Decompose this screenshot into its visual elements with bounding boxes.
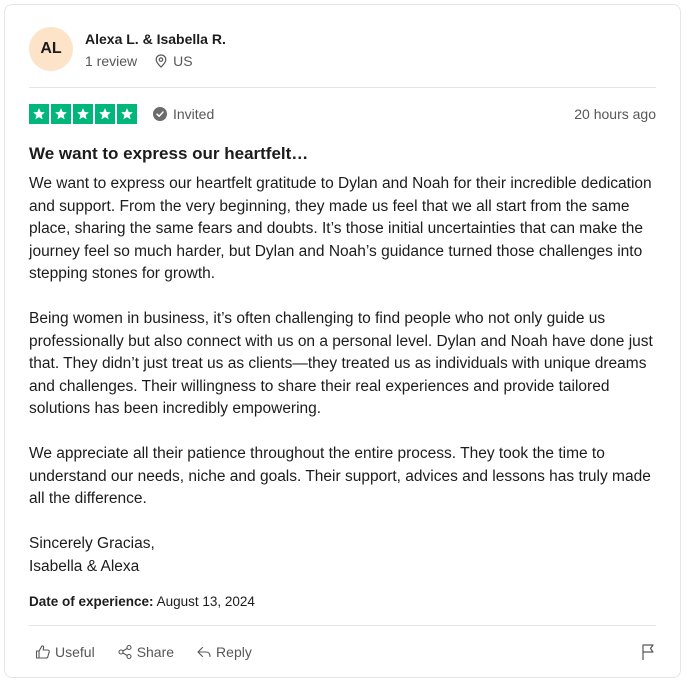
- reply-label: Reply: [216, 644, 252, 660]
- reply-icon: [197, 646, 211, 658]
- review-signature: Sincerely Gracias, Isabella & Alexa: [29, 535, 155, 575]
- review-paragraph: Being women in business, it’s often chal…: [29, 310, 653, 417]
- useful-button[interactable]: Useful: [35, 644, 95, 660]
- consumer-meta: 1 review US: [85, 53, 226, 69]
- thumbs-up-icon: [35, 645, 50, 659]
- review-body: We want to express our heartfelt gratitu…: [29, 173, 669, 578]
- star-rating: [29, 104, 137, 124]
- avatar[interactable]: AL: [29, 27, 73, 71]
- report-button[interactable]: [640, 643, 656, 661]
- flag-icon: [642, 644, 654, 660]
- consumer-location: US: [155, 52, 193, 69]
- location-pin-icon: [155, 53, 167, 68]
- experience-date: August 13, 2024: [156, 594, 255, 609]
- review-date: 20 hours ago: [574, 106, 656, 122]
- star-icon: [29, 104, 49, 124]
- invited-label: Invited: [173, 106, 215, 122]
- consumer-header: AL Alexa L. & Isabella R. 1 review US: [29, 27, 226, 71]
- rating-row: Invited 20 hours ago: [29, 104, 656, 124]
- share-button[interactable]: Share: [117, 644, 174, 660]
- review-title[interactable]: We want to express our heartfelt…: [29, 144, 308, 164]
- review-count: 1 review: [85, 52, 138, 69]
- experience-label: Date of experience:: [29, 594, 154, 609]
- star-icon: [117, 104, 137, 124]
- useful-label: Useful: [55, 644, 95, 660]
- footer-divider: [29, 625, 656, 626]
- consumer-info: Alexa L. & Isabella R. 1 review US: [85, 30, 226, 69]
- star-icon: [73, 104, 93, 124]
- date-of-experience: Date of experience: August 13, 2024: [29, 594, 255, 609]
- consumer-name[interactable]: Alexa L. & Isabella R.: [85, 30, 226, 48]
- review-paragraph: We appreciate all their patience through…: [29, 445, 651, 507]
- star-icon: [51, 104, 71, 124]
- star-icon: [95, 104, 115, 124]
- review-card: AL Alexa L. & Isabella R. 1 review US In…: [4, 4, 681, 678]
- invited-badge[interactable]: Invited: [153, 106, 214, 122]
- share-icon: [118, 644, 132, 660]
- header-divider: [29, 87, 656, 88]
- reply-button[interactable]: Reply: [196, 644, 252, 660]
- country-code: US: [173, 52, 193, 69]
- review-actions: Useful Share Reply: [35, 643, 656, 661]
- share-label: Share: [136, 644, 175, 660]
- review-paragraph: We want to express our heartfelt gratitu…: [29, 175, 652, 282]
- verified-check-icon: [153, 107, 167, 121]
